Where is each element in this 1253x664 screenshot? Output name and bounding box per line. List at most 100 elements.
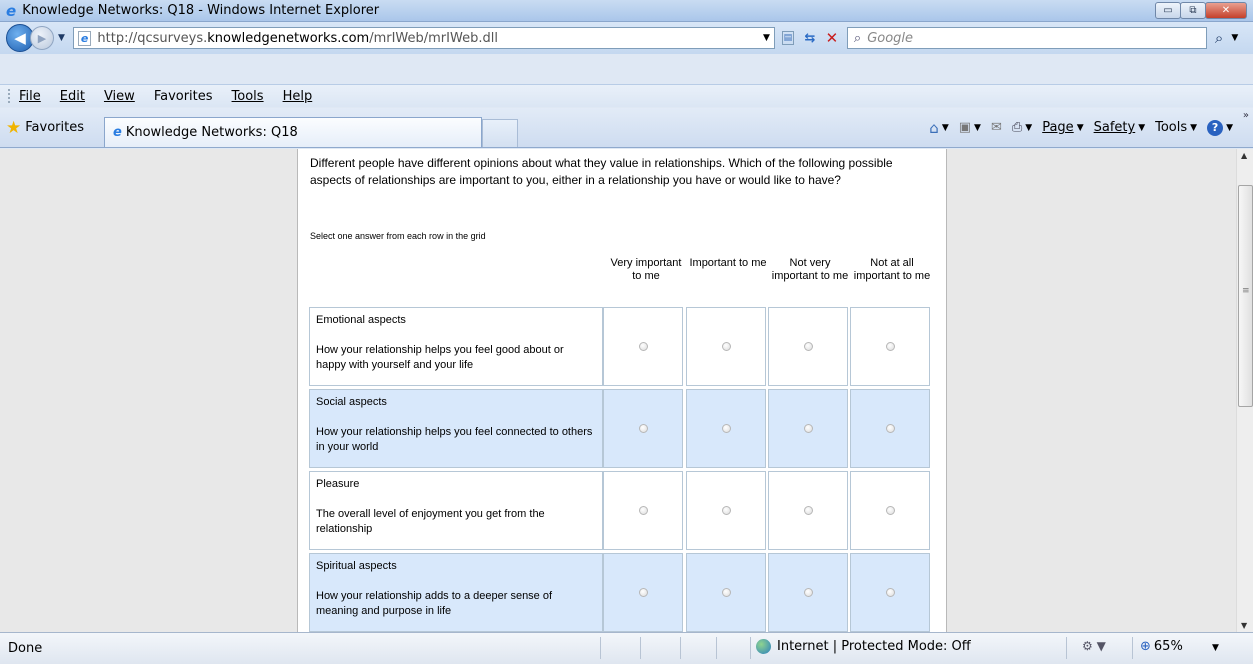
zoom-level[interactable]: ⊕ 65% (1140, 639, 1183, 654)
radio-very-important[interactable] (638, 342, 648, 351)
instruction-text: Select one answer from each row in the g… (310, 231, 486, 241)
scroll-down-icon[interactable]: ▼ (1241, 621, 1247, 630)
vertical-scrollbar[interactable]: ▲ ≡ ▼ (1236, 149, 1253, 632)
status-divider (1132, 637, 1133, 659)
menu-favorites[interactable]: Favorites (152, 89, 215, 104)
compatibility-view-button[interactable]: ▤ (777, 27, 799, 49)
aspect-title: Pleasure (316, 478, 360, 490)
radio-very-important[interactable] (638, 424, 648, 433)
safety-dropdown-icon: ▼ (1138, 122, 1146, 133)
home-button[interactable]: ⌂ ▼ (929, 119, 948, 137)
favorites-button[interactable]: ★ Favorites (6, 115, 84, 141)
menu-file-label: File (19, 88, 41, 104)
history-dropdown-icon[interactable]: ▼ (58, 33, 65, 43)
radio-important[interactable] (721, 342, 731, 351)
survey-panel: Different people have different opinions… (297, 149, 947, 632)
tools-dropdown-icon: ▼ (1190, 122, 1198, 133)
option-cell[interactable] (850, 553, 930, 632)
feeds-icon: ▣ (958, 120, 972, 135)
restore-button[interactable]: ⧉ (1180, 2, 1206, 19)
menu-help[interactable]: Help (281, 89, 315, 104)
feeds-button[interactable]: ▣ ▼ (959, 120, 981, 135)
menu-help-label: Help (282, 88, 313, 104)
safety-menu-label: Safety (1093, 120, 1136, 135)
option-cell[interactable] (768, 471, 848, 550)
close-button[interactable]: ✕ (1205, 2, 1247, 19)
scrollbar-thumb[interactable]: ≡ (1238, 185, 1253, 407)
option-cell[interactable] (686, 553, 766, 632)
refresh-button[interactable]: ⇆ (799, 27, 821, 49)
option-cell[interactable] (686, 307, 766, 386)
option-cell[interactable] (850, 389, 930, 468)
page-icon: e (77, 30, 92, 46)
radio-very-important[interactable] (638, 506, 648, 515)
tools-menu[interactable]: Tools ▼ (1155, 120, 1197, 135)
option-cell[interactable] (686, 389, 766, 468)
mail-button[interactable]: ✉ (991, 120, 1002, 135)
forward-arrow-icon: ▶ (37, 31, 47, 45)
radio-not-at-all-important[interactable] (885, 342, 895, 351)
favorites-star-icon: ★ (6, 117, 22, 138)
protected-mode-icon[interactable]: ⚙ ▼ (1082, 639, 1106, 653)
feeds-dropdown-icon: ▼ (974, 122, 981, 133)
help-button[interactable]: ? ▼ (1207, 119, 1233, 136)
back-arrow-icon: ◀ (14, 29, 26, 47)
menu-edit[interactable]: Edit (58, 89, 87, 104)
option-cell[interactable] (768, 389, 848, 468)
menu-file[interactable]: File (17, 89, 43, 104)
radio-very-important[interactable] (638, 588, 648, 597)
radio-not-very-important[interactable] (803, 588, 813, 597)
option-cell[interactable] (603, 553, 683, 632)
aspect-title: Emotional aspects (316, 314, 406, 326)
radio-not-at-all-important[interactable] (885, 588, 895, 597)
option-cell[interactable] (686, 471, 766, 550)
radio-important[interactable] (721, 588, 731, 597)
radio-not-very-important[interactable] (803, 506, 813, 515)
column-header-not-at-all-important: Not at all important to me (853, 257, 931, 282)
address-bar[interactable]: e http://qcsurveys.knowledgenetworks.com… (72, 27, 775, 49)
new-tab-button[interactable] (481, 118, 518, 147)
page-menu[interactable]: Page ▼ (1042, 120, 1083, 135)
safety-menu[interactable]: Safety ▼ (1094, 120, 1146, 135)
option-cell[interactable] (603, 307, 683, 386)
search-box[interactable]: ⌕ Google (846, 27, 1207, 49)
tab-knowledge-networks[interactable]: e Knowledge Networks: Q18 (103, 116, 482, 147)
toolbar-grip (8, 89, 11, 103)
browser-window: e Knowledge Networks: Q18 - Windows Inte… (0, 0, 1253, 664)
radio-not-very-important[interactable] (803, 424, 813, 433)
minimize-button[interactable]: ▭ (1155, 2, 1181, 19)
menu-edit-label: Edit (59, 88, 85, 104)
option-cell[interactable] (768, 553, 848, 632)
status-divider (680, 637, 681, 659)
radio-not-very-important[interactable] (803, 342, 813, 351)
radio-not-at-all-important[interactable] (885, 506, 895, 515)
stop-button[interactable]: ✕ (821, 27, 843, 49)
search-options-dropdown-icon[interactable]: ▼ (1231, 33, 1238, 43)
forward-button[interactable]: ▶ (30, 26, 54, 50)
address-dropdown-icon[interactable]: ▼ (763, 33, 770, 43)
scroll-up-icon[interactable]: ▲ (1241, 151, 1247, 160)
option-cell[interactable] (850, 471, 930, 550)
radio-important[interactable] (721, 506, 731, 515)
option-cell[interactable] (768, 307, 848, 386)
aspect-description: How your relationship helps you feel goo… (316, 344, 564, 371)
title-bar: e Knowledge Networks: Q18 - Windows Inte… (0, 0, 1253, 22)
status-text: Done (8, 641, 43, 656)
print-icon: ⎙ (1011, 120, 1023, 135)
security-zone[interactable]: Internet | Protected Mode: Off (756, 639, 971, 654)
menu-tools[interactable]: Tools (230, 89, 266, 104)
option-cell[interactable] (603, 389, 683, 468)
radio-important[interactable] (721, 424, 731, 433)
tab-ie-icon: e (112, 124, 122, 140)
menu-view[interactable]: View (102, 89, 137, 104)
option-cell[interactable] (850, 307, 930, 386)
aspect-description: The overall level of enjoyment you get f… (316, 508, 545, 535)
help-dropdown-icon: ▼ (1226, 122, 1233, 133)
radio-not-at-all-important[interactable] (885, 424, 895, 433)
print-button[interactable]: ⎙ ▼ (1012, 120, 1032, 135)
option-cell[interactable] (603, 471, 683, 550)
zoom-dropdown-icon[interactable]: ▼ (1212, 643, 1219, 653)
row-label: Social aspects How your relationship hel… (309, 389, 603, 468)
more-commands-icon[interactable]: » (1243, 110, 1249, 121)
search-go-icon[interactable]: ⌕ (1215, 29, 1223, 47)
